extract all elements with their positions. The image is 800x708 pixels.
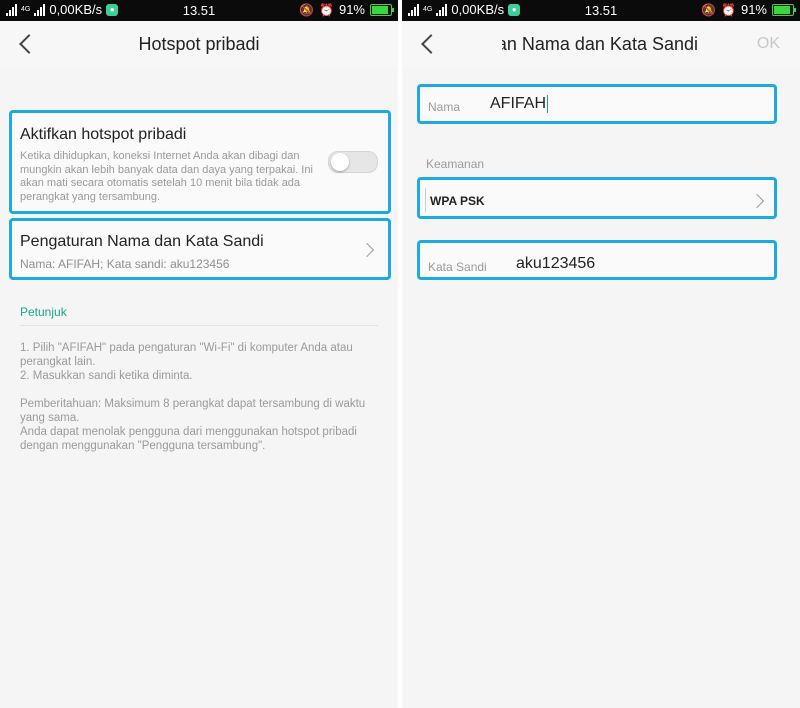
- name-value: AFIFAH: [490, 95, 547, 113]
- title-bar: Hotspot pribadi: [0, 21, 398, 68]
- toggle-knob: [331, 153, 349, 171]
- name-input[interactable]: AFIFAH: [490, 95, 549, 113]
- page-title: Hotspot pribadi: [138, 34, 260, 54]
- field-edge: [425, 188, 426, 212]
- hint-paragraph-1: 1. Pilih "AFIFAH" pada pengaturan "Wi-Fi…: [20, 342, 353, 382]
- name-password-screen: 4G 0,00KB/s ● 13.51 🔕 ⏰ 91% Pengaturan N…: [402, 0, 800, 708]
- hint-text: 1. Pilih "AFIFAH" pada pengaturan "Wi-Fi…: [20, 341, 380, 467]
- security-section-label: Keamanan: [426, 157, 485, 171]
- hint-heading: Petunjuk: [20, 305, 67, 319]
- chevron-right-icon: [359, 242, 375, 258]
- password-field[interactable]: Kata Sandi aku123456: [417, 240, 777, 280]
- hint-paragraph-2: Pemberitahuan: Maksimum 8 perangkat dapa…: [20, 398, 366, 452]
- back-button[interactable]: [420, 34, 436, 52]
- alarm-icon: ⏰: [721, 2, 736, 17]
- battery-icon: [370, 3, 394, 16]
- name-field[interactable]: Nama AFIFAH: [417, 84, 777, 124]
- password-label: Kata Sandi: [428, 260, 487, 274]
- ok-button[interactable]: OK: [757, 35, 780, 53]
- chevron-right-icon: [749, 193, 765, 209]
- password-input[interactable]: aku123456: [516, 255, 595, 273]
- security-select[interactable]: WPA PSK: [417, 177, 777, 219]
- enable-hotspot-title: Aktifkan hotspot pribadi: [20, 126, 187, 143]
- hotspot-toggle[interactable]: [328, 151, 378, 173]
- divider: [20, 325, 378, 326]
- mute-icon: 🔕: [701, 2, 717, 17]
- status-bar: 4G 0,00KB/s ● 13.51 🔕 ⏰ 91%: [0, 0, 398, 21]
- enable-hotspot-description: Ketika dihidupkan, koneksi Internet Anda…: [20, 150, 313, 203]
- enable-hotspot-item[interactable]: Aktifkan hotspot pribadi Ketika dihidupk…: [9, 110, 391, 214]
- title-bar: Pengaturan Nama dan Kata Sandi OK: [402, 21, 800, 68]
- mute-icon: 🔕: [299, 2, 315, 17]
- battery-icon: [772, 3, 796, 16]
- alarm-icon: ⏰: [319, 2, 334, 17]
- battery-percent: 91%: [338, 2, 365, 17]
- text-cursor: [547, 95, 549, 113]
- status-bar: 4G 0,00KB/s ● 13.51 🔕 ⏰ 91%: [402, 0, 800, 21]
- page-title: Pengaturan Nama dan Kata Sandi: [502, 34, 698, 54]
- name-password-settings-item[interactable]: Pengaturan Nama dan Kata Sandi Nama: AFI…: [9, 218, 391, 280]
- hotspot-screen: 4G 0,00KB/s ● 13.51 🔕 ⏰ 91% Hotspot prib…: [0, 0, 398, 708]
- name-password-summary: Nama: AFIFAH; Kata sandi: aku123456: [20, 257, 230, 271]
- name-password-title: Pengaturan Nama dan Kata Sandi: [20, 233, 264, 250]
- security-value: WPA PSK: [430, 194, 485, 208]
- battery-percent: 91%: [740, 2, 767, 17]
- name-label: Nama: [428, 100, 461, 114]
